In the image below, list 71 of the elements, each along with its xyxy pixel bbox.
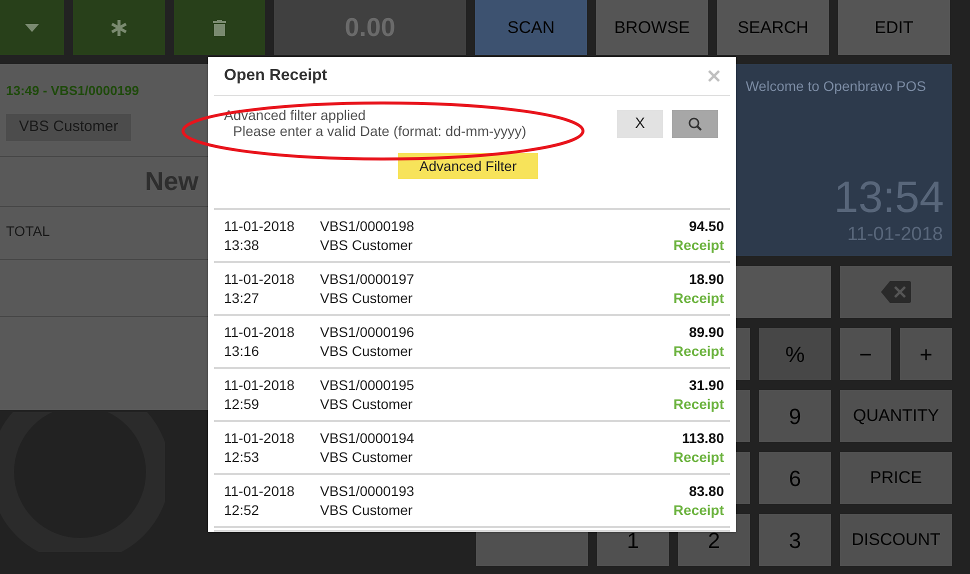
toolbar-tab[interactable]: SCAN xyxy=(475,0,587,55)
dialog-title: Open Receipt xyxy=(224,66,328,86)
receipt-type: Receipt xyxy=(673,394,724,414)
keypad-key[interactable]: 6 xyxy=(759,452,831,504)
receipt-type: Receipt xyxy=(673,288,724,308)
receipt-type: Receipt xyxy=(673,448,724,466)
function-key[interactable]: DISCOUNT xyxy=(840,514,952,566)
backspace-key[interactable] xyxy=(840,266,952,318)
receipt-time: 12:52 xyxy=(224,500,260,520)
function-key[interactable]: QUANTITY xyxy=(840,390,952,442)
receipt-time: 12:53 xyxy=(224,448,260,466)
keypad-key[interactable]: % xyxy=(759,328,831,380)
receipt-row[interactable]: 11-01-2018 13:16 VBS1/0000196 VBS Customer 89.90 Receipt xyxy=(214,316,730,369)
receipt-amount: 31.90 xyxy=(688,376,724,394)
receipt-date: 11-01-2018 xyxy=(224,270,296,288)
receipt-time: 13:27 xyxy=(224,288,260,308)
receipt-amount: 18.90 xyxy=(688,270,724,288)
toolbar-tab[interactable]: BROWSE xyxy=(596,0,708,55)
receipt-customer: VBS Customer xyxy=(320,448,414,466)
receipt-amount: 94.50 xyxy=(688,216,724,236)
receipt-customer: VBS Customer xyxy=(320,288,414,308)
receipt-header: 13:49 - VBS1/0000199 xyxy=(6,82,139,100)
search-icon xyxy=(688,117,702,132)
trash-icon xyxy=(213,20,226,36)
asterisk-button[interactable] xyxy=(73,0,165,55)
receipt-row[interactable]: 11-01-2018 13:38 VBS1/0000198 VBS Customer 94.50 Receipt xyxy=(214,210,730,263)
receipt-customer: VBS Customer xyxy=(320,236,414,254)
receipt-customer: VBS Customer xyxy=(320,342,414,360)
receipt-number: VBS1/0000195 xyxy=(320,376,416,394)
delete-button[interactable] xyxy=(174,0,265,55)
receipt-customer: VBS Customer xyxy=(320,394,414,414)
receipt-type: Receipt xyxy=(673,236,724,254)
keypad-key[interactable]: + xyxy=(900,328,952,380)
search-button[interactable] xyxy=(672,110,718,138)
welcome-message: Welcome to Openbravo POS xyxy=(746,77,926,96)
receipt-row[interactable]: 11-01-2018 12:59 VBS1/0000195 VBS Customer 31.90 Receipt xyxy=(214,369,730,422)
receipt-time: 13:16 xyxy=(224,342,260,360)
receipt-amount: 113.80 xyxy=(682,428,724,448)
receipt-row[interactable]: 11-01-2018 12:52 VBS1/0000193 VBS Customer 83.80 Receipt xyxy=(214,475,730,528)
clear-filter-button[interactable]: X xyxy=(617,110,663,138)
receipt-number: VBS1/0000198 xyxy=(320,216,416,236)
receipt-number: VBS1/0000194 xyxy=(320,428,416,448)
receipt-amount: 89.90 xyxy=(688,322,724,342)
advanced-filter-button[interactable]: Advanced Filter xyxy=(398,153,538,180)
receipt-row[interactable]: 11-01-2018 13:27 VBS1/0000197 VBS Customer 18.90 Receipt xyxy=(214,263,730,316)
receipt-number: VBS1/0000197 xyxy=(320,270,416,288)
filter-error: Please enter a valid Date (format: dd-mm-yyyy) xyxy=(232,123,526,140)
close-icon[interactable] xyxy=(708,70,720,82)
receipt-amount: 83.80 xyxy=(688,482,724,500)
receipt-time: 12:59 xyxy=(224,394,260,414)
receipt-time: 13:38 xyxy=(224,236,260,254)
keypad-key[interactable]: 9 xyxy=(759,390,831,442)
function-key[interactable]: PRICE xyxy=(840,452,952,504)
toolbar-tab[interactable]: SEARCH xyxy=(717,0,829,55)
total-label: TOTAL xyxy=(6,223,50,239)
receipt-type: Receipt xyxy=(673,342,724,360)
toolbar-tab[interactable]: EDIT xyxy=(838,0,950,55)
receipt-number: VBS1/0000196 xyxy=(320,322,416,342)
receipt-date: 11-01-2018 xyxy=(224,482,296,500)
receipt-date: 11-01-2018 xyxy=(224,376,296,394)
backspace-icon xyxy=(881,281,911,303)
receipt-customer: VBS Customer xyxy=(320,500,414,520)
receipt-date: 11-01-2018 xyxy=(224,216,296,236)
receipt-date: 11-01-2018 xyxy=(224,428,296,448)
caret-icon xyxy=(25,24,39,32)
receipt-date: 11-01-2018 xyxy=(224,322,296,342)
keypad-key[interactable]: 3 xyxy=(759,514,831,566)
keypad-key[interactable]: − xyxy=(840,328,891,380)
receipt-number: VBS1/0000193 xyxy=(320,482,416,500)
receipt-row[interactable]: 11-01-2018 12:53 VBS1/0000194 VBS Customer 113.80 Receipt xyxy=(214,422,730,475)
asterisk-icon xyxy=(110,18,128,36)
